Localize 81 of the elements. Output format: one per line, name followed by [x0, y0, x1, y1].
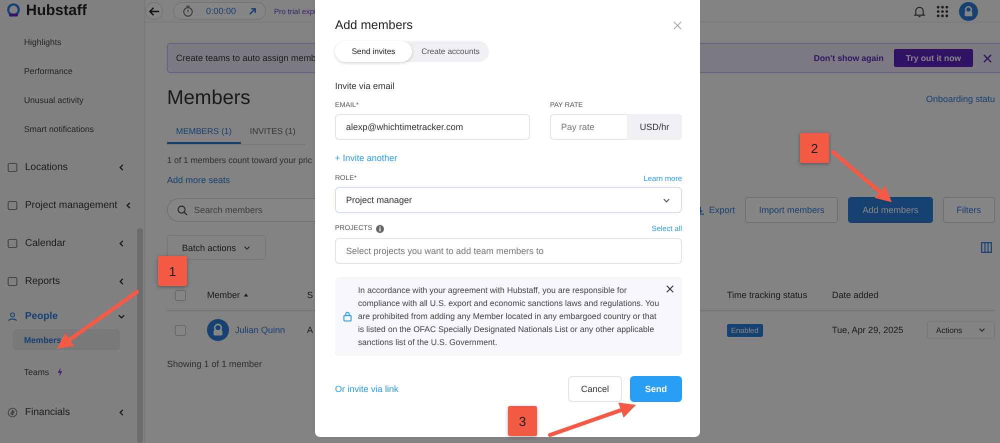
sidebar-item[interactable]: Calendar	[0, 224, 144, 262]
menu-item-icon	[7, 238, 18, 248]
sidebar-item[interactable]: Performance	[0, 61, 144, 90]
close-icon[interactable]	[666, 285, 674, 293]
pay-rate-field[interactable]: Pay rate	[550, 114, 627, 140]
invite-link[interactable]: Or invite via link	[335, 384, 399, 394]
timer-widget[interactable]: 0:00:00	[173, 2, 266, 20]
try-button[interactable]: Try out it now	[894, 49, 973, 67]
seat-note: 1 of 1 members count toward your pric	[167, 155, 312, 165]
sidebar-item[interactable]: Members	[13, 329, 120, 350]
logo-icon	[6, 2, 21, 18]
results-count: Showing 1 of 1 member	[167, 359, 262, 369]
send-button[interactable]: Send	[630, 376, 682, 402]
onboarding-link[interactable]: Onboarding statu	[926, 94, 995, 104]
notification-icon[interactable]	[913, 4, 926, 18]
email-field[interactable]: alexp@whichtimetracker.com	[335, 114, 530, 140]
sidebar-item[interactable]: Financials	[0, 393, 144, 431]
actions-dropdown[interactable]: Actions	[927, 321, 995, 339]
step-marker: 2	[800, 133, 829, 163]
sidebar-item[interactable]: Reports	[0, 262, 144, 300]
scrollbar[interactable]	[137, 228, 143, 443]
invite-another-link[interactable]: + Invite another	[335, 153, 682, 163]
column-header[interactable]: Time tracking status	[727, 290, 808, 300]
mode-tab[interactable]: Create accounts	[412, 41, 489, 62]
checkbox[interactable]	[175, 290, 186, 300]
sort-icon[interactable]	[243, 292, 250, 298]
import-button[interactable]: Import members	[744, 197, 838, 223]
sidebar-item[interactable]: Highlights	[0, 32, 144, 61]
arrow-icon	[248, 6, 258, 16]
back-button[interactable]	[145, 2, 163, 20]
caret-icon	[978, 326, 986, 334]
sidebar-item[interactable]: People	[0, 304, 144, 329]
table-cell: A	[307, 325, 314, 335]
filters-button[interactable]: Filters	[942, 197, 995, 223]
add-members-button[interactable]: Add members	[848, 197, 932, 223]
lock-icon	[343, 311, 352, 322]
sidebar-item[interactable]: Smart notifications	[0, 119, 144, 148]
menu-item-icon	[7, 406, 18, 418]
role-dropdown[interactable]: Project manager	[335, 187, 682, 213]
avatar-icon[interactable]	[959, 2, 978, 20]
banner-text: Create teams to auto assign memb	[176, 53, 316, 63]
tab[interactable]: INVITES (1)	[240, 120, 305, 144]
app-logo: Hubstaff	[26, 2, 87, 18]
sidebar-item[interactable]: Teams	[13, 361, 120, 382]
checkbox[interactable]	[175, 324, 186, 336]
annotation-arrow	[831, 150, 892, 202]
sidebar-item[interactable]: Locations	[0, 148, 144, 186]
dialog-title: Add members	[335, 18, 413, 32]
unit-label: USD/hr	[627, 114, 682, 140]
mode-tab[interactable]: Send invites	[335, 41, 412, 62]
sidebar-item[interactable]: Unusual activity	[0, 90, 144, 119]
menu-item-icon	[7, 162, 18, 172]
avatar-icon	[207, 319, 229, 341]
step-marker: 1	[158, 256, 187, 286]
sidebar-item[interactable]: Project management	[0, 186, 144, 224]
table-cell: Tue, Apr 29, 2025	[832, 325, 904, 335]
caret-icon	[243, 244, 252, 252]
menu-item-icon	[7, 200, 18, 210]
page-title: Members	[167, 87, 250, 110]
cancel-button[interactable]: Cancel	[568, 376, 622, 402]
menu-item-icon	[7, 311, 18, 322]
batch-actions-dropdown[interactable]: Batch actions	[167, 235, 266, 260]
menu-item-icon	[7, 276, 18, 286]
add-seats-link[interactable]: Add more seats	[167, 175, 230, 185]
notice-text: In accordance with your agreement with Hubstaff, you are responsible for compliance with all U.S. export and economic sanctions laws and regulations. You are prohibited from adding any Member located in any embargoed country or that is listed on the OFAC Specially Designated Nationals List or any other applicable sanctions list of the U.S. Government.	[358, 284, 660, 349]
column-header[interactable]: S	[307, 290, 314, 300]
info-icon[interactable]	[376, 224, 384, 232]
column-header[interactable]: Date added	[832, 290, 879, 300]
search-icon	[177, 204, 188, 216]
apps-grid-icon[interactable]	[936, 4, 949, 18]
member-name[interactable]: Julian Quinn	[235, 325, 286, 335]
timer-text: 0:00:00	[206, 6, 236, 16]
column-header[interactable]: Member	[207, 290, 240, 300]
dismiss-link[interactable]: Don't show again	[814, 53, 884, 63]
projects-field[interactable]: Select projects you want to add team members to	[335, 238, 682, 264]
stopwatch-icon	[182, 5, 194, 17]
back-arrow-icon	[148, 4, 160, 18]
tab[interactable]: MEMBERS (1)	[167, 120, 241, 144]
section-heading: Invite via email	[335, 81, 396, 91]
columns-icon[interactable]	[981, 242, 992, 253]
step-marker: 3	[508, 406, 537, 436]
